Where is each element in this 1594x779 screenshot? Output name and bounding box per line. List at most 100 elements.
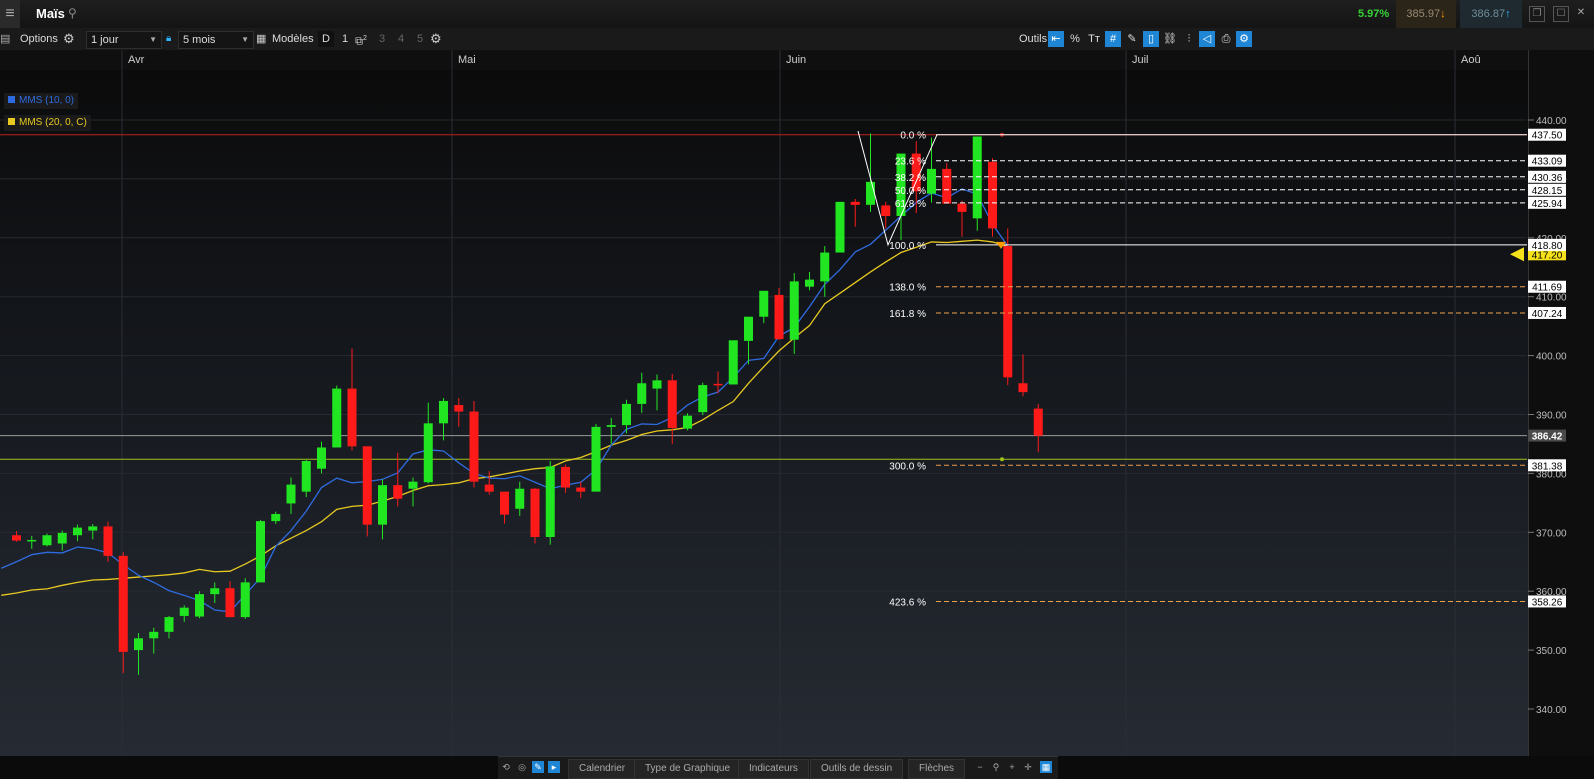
zoom-fit-icon[interactable]: ⟲ (500, 761, 512, 773)
candle-body (12, 535, 21, 541)
candle (728, 340, 738, 385)
candle (1018, 354, 1028, 397)
candle-body (1018, 383, 1028, 393)
candle (683, 413, 692, 431)
candlestick-chart[interactable]: AvrMaiJuinJuilAoû440.00430.00420.00410.0… (0, 0, 1594, 778)
candle-body (500, 491, 509, 515)
candle (759, 290, 769, 324)
tab-calendar[interactable]: Calendrier (568, 759, 637, 779)
candle (73, 524, 82, 542)
candle-body (88, 526, 98, 531)
fibonacci-level-label: 161.8 % (889, 309, 926, 320)
candle (439, 398, 448, 441)
candle (850, 198, 860, 227)
candle-body (652, 380, 662, 389)
candle (1003, 228, 1013, 386)
candle (195, 591, 204, 619)
legend-ma20[interactable]: MMS (20, 0, C) (4, 115, 91, 131)
price-tag-label: 358.26 (1532, 597, 1563, 608)
legend-ma20-label: MMS (20, 0, C) (19, 117, 87, 128)
price-tag: 418.80 (1528, 238, 1566, 252)
price-tag-label: 417.20 (1532, 250, 1563, 261)
candle (1033, 403, 1043, 453)
candle (393, 452, 403, 507)
price-tag: 430.36 (1528, 170, 1566, 184)
fibonacci-level-label: 50.0 % (895, 186, 926, 197)
tab-indicators[interactable]: Indicateurs (738, 759, 809, 779)
candle (805, 271, 814, 291)
candle-body (423, 423, 433, 483)
price-tag: 386.42 (1528, 429, 1566, 443)
candle (545, 461, 555, 545)
price-tag-label: 428.15 (1532, 186, 1563, 197)
grid-view-icon[interactable]: ▦ (1040, 761, 1052, 773)
price-tag-label: 433.09 (1532, 157, 1563, 168)
reset-icon[interactable]: ◎ (516, 761, 528, 773)
candle-body (57, 532, 67, 544)
zoom-out-icon[interactable]: − (974, 761, 986, 773)
candle-body (637, 383, 647, 404)
price-tag: 425.94 (1528, 196, 1566, 210)
candle (42, 533, 52, 547)
candle-body (972, 136, 982, 219)
candle (576, 481, 586, 499)
candle-body (820, 252, 830, 282)
price-tag: 407.24 (1528, 306, 1566, 320)
candle-body (378, 485, 387, 525)
fibonacci-level-label: 23.6 % (895, 157, 926, 168)
price-tag: 411.69 (1528, 280, 1566, 294)
candle-body (439, 400, 448, 424)
price-tag-label: 418.80 (1532, 241, 1563, 252)
candle-body (1033, 408, 1043, 436)
legend-ma10-swatch (8, 96, 15, 103)
candle-body (683, 415, 692, 429)
candle-body (789, 281, 799, 340)
candle-body (545, 466, 555, 538)
candle-body (713, 383, 723, 386)
legend-ma10[interactable]: MMS (10, 0) (4, 93, 79, 109)
candle (271, 511, 281, 525)
price-tag-label: 430.36 (1532, 173, 1563, 184)
candle (332, 385, 342, 448)
candle-body (210, 588, 220, 595)
price-tick-label: 340.00 (1536, 705, 1567, 716)
zoom-in-icon[interactable]: + (1006, 761, 1018, 773)
price-tick-label: 400.00 (1536, 352, 1567, 363)
candle-body (286, 484, 296, 504)
price-tag: 428.15 (1528, 183, 1566, 197)
candle (469, 400, 479, 488)
candle-body (957, 203, 967, 212)
pan-icon[interactable]: ✛ (1022, 761, 1034, 773)
tab-arrows[interactable]: Flèches (908, 759, 966, 779)
candle (637, 372, 647, 413)
candle (317, 441, 326, 474)
candle-body (530, 488, 540, 538)
candle-body (317, 447, 326, 469)
candle-body (347, 388, 357, 447)
candle-body (774, 294, 784, 340)
candle-body (744, 316, 753, 341)
zoom-search-icon[interactable]: ⚲ (990, 761, 1002, 773)
candle-body (225, 588, 235, 618)
pen-icon[interactable]: ✎ (532, 761, 544, 773)
candle-body (576, 487, 586, 492)
candle (515, 481, 525, 516)
candle-body (271, 514, 281, 522)
candle (667, 373, 677, 444)
candle (103, 521, 113, 562)
fibonacci-level-label: 61.8 % (895, 199, 926, 210)
price-tick-label: 350.00 (1536, 646, 1567, 657)
price-tag: 381.38 (1528, 459, 1566, 472)
play-icon[interactable]: ▸ (548, 761, 560, 773)
price-tag: 437.50 (1528, 128, 1566, 142)
tab-chart-type[interactable]: Type de Graphique (634, 759, 742, 779)
candle (164, 615, 174, 639)
tab-drawing-tools[interactable]: Outils de dessin (810, 759, 904, 779)
price-tag-pointer (1510, 247, 1524, 262)
candle (225, 581, 235, 618)
candle-body (408, 481, 418, 489)
candle-body (454, 405, 464, 412)
candle (530, 488, 540, 544)
price-tag-label: 425.94 (1532, 199, 1563, 210)
candle-body (240, 582, 250, 618)
